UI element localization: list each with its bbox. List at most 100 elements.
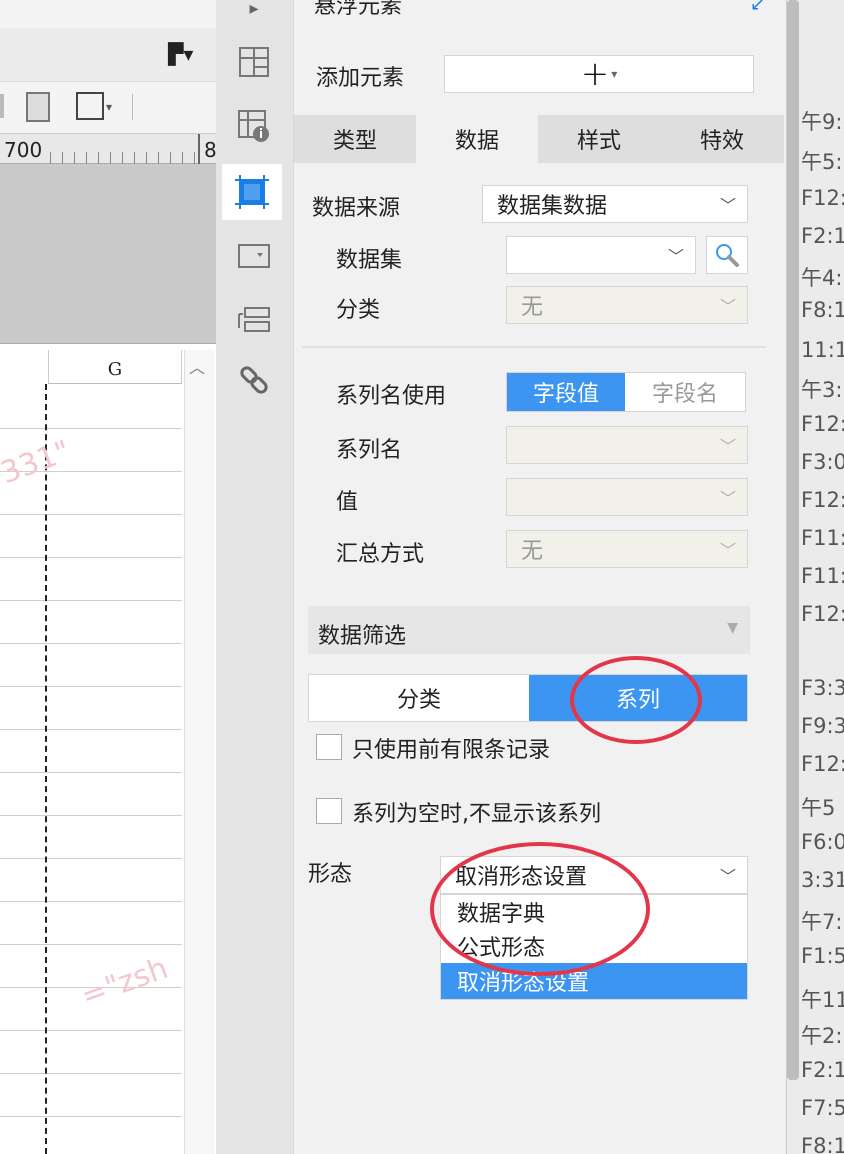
expand-icon[interactable]: ↙ [750, 0, 765, 15]
background-time-text: 午5: [801, 150, 843, 174]
series-name-label: 系列名 [336, 438, 403, 463]
data-filter-title: 数据筛选 [318, 624, 407, 649]
widget-list-icon[interactable] [230, 296, 278, 344]
category-select[interactable]: 无 ﹀ [506, 286, 748, 324]
chevron-down-icon: ﹀ [719, 489, 736, 508]
element-type-toolbar: ▸ [216, 0, 294, 1154]
background-time-text: F12: [801, 186, 844, 210]
dropdown-option-cancel[interactable]: 取消形态设置 [441, 963, 747, 999]
grid-row-line [0, 901, 182, 902]
grid-row-line [0, 858, 182, 859]
grid-row-line [0, 514, 182, 515]
filter-tab-category[interactable]: 分类 [309, 675, 529, 721]
grid-row-line [0, 1116, 182, 1117]
data-source-value: 数据集数据 [497, 194, 608, 219]
value-select[interactable]: ﹀ [506, 478, 748, 516]
property-panel: 悬浮元素 ↙ 添加元素 + ▾ 类型 数据 样式 特效 数据来源 数据集数据 ﹀… [294, 0, 786, 1154]
dataset-label: 数据集 [336, 248, 403, 273]
grid-row-line [0, 729, 182, 730]
category-label: 分类 [336, 298, 381, 323]
background-time-text: F6:0 [801, 830, 844, 854]
search-icon [716, 244, 739, 267]
tab-style[interactable]: 样式 [538, 115, 660, 163]
background-time-text: F3:3 [801, 676, 844, 700]
scroll-up-icon[interactable]: ︿ [189, 354, 205, 378]
column-header-g[interactable]: G [48, 350, 182, 384]
ruler-label-cut: 8 [204, 138, 216, 162]
series-name-select[interactable]: ﹀ [506, 426, 748, 464]
canvas-gray-area [0, 164, 216, 344]
document-icon[interactable] [26, 92, 50, 122]
collapse-icon: ▼ [727, 620, 738, 636]
background-time-text: F11: [801, 526, 844, 550]
chevron-down-icon: ﹀ [719, 297, 736, 316]
annotation-circle [570, 656, 702, 744]
horizontal-ruler: 700 8 [0, 134, 216, 164]
dataset-select[interactable]: ﹀ [506, 236, 696, 274]
background-time-text: F11: [801, 564, 844, 588]
value-label: 值 [336, 490, 359, 515]
toggle-field-name[interactable]: 字段名 [625, 373, 745, 411]
summary-value: 无 [521, 539, 544, 564]
background-time-text: F8:1 [801, 1134, 844, 1154]
background-time-text: F9:3 [801, 714, 844, 738]
add-element-button[interactable]: + ▾ [444, 55, 754, 93]
chevron-down-icon: ﹀ [719, 867, 736, 886]
hide-empty-series-checkbox[interactable] [316, 798, 342, 824]
background-time-text: F7:5 [801, 1096, 844, 1120]
toggle-field-value[interactable]: 字段值 [507, 373, 625, 411]
hide-empty-series-label: 系列为空时,不显示该系列 [352, 802, 601, 827]
background-time-text: F2:1 [801, 1058, 844, 1082]
limit-records-checkbox[interactable] [316, 734, 342, 760]
data-filter-section-header[interactable]: 数据筛选 ▼ [308, 606, 750, 654]
hyperlink-icon[interactable] [230, 356, 278, 404]
data-source-select[interactable]: 数据集数据 ﹀ [482, 185, 748, 223]
sheet-vertical-scrollbar[interactable]: ︿ [184, 350, 214, 1154]
tab-effects[interactable]: 特效 [660, 115, 784, 163]
window-scrollbar[interactable] [787, 0, 799, 1080]
filter-dropdown-icon[interactable]: ▛▾ [168, 42, 193, 66]
panel-title: 悬浮元素 [314, 0, 403, 19]
series-name-use-toggle: 字段值 字段名 [506, 372, 746, 412]
ruler-ticks [50, 152, 200, 164]
series-name-use-label: 系列名使用 [336, 384, 447, 409]
summary-label: 汇总方式 [336, 542, 425, 567]
summary-select[interactable]: 无 ﹀ [506, 530, 748, 568]
border-dropdown-icon[interactable]: ▾ [106, 100, 112, 114]
grid-row-line [0, 772, 182, 773]
pointer-icon[interactable]: ▸ [230, 0, 278, 32]
chevron-down-icon: ﹀ [719, 196, 736, 215]
ruler-major-tick [198, 134, 200, 164]
chevron-down-icon: ▾ [611, 67, 618, 81]
chevron-down-icon: ﹀ [719, 541, 736, 560]
tab-data[interactable]: 数据 [416, 115, 538, 163]
background-time-text: F8:1 [801, 298, 844, 322]
grid-row-line [0, 686, 182, 687]
background-time-text: F2:1 [801, 224, 844, 248]
background-time-text: 11:13 [801, 338, 844, 362]
chevron-down-icon: ﹀ [719, 437, 736, 456]
canvas-top-strip [0, 0, 216, 28]
background-time-text: F12:4 [801, 602, 844, 626]
table-layout-icon[interactable] [230, 38, 278, 86]
dropdown-widget-icon[interactable] [230, 232, 278, 280]
background-time-text: 午3: [801, 378, 843, 402]
chevron-down-icon: ﹀ [667, 247, 684, 266]
toolbar-separator [132, 94, 133, 120]
grid-row-line [0, 557, 182, 558]
add-element-label: 添加元素 [316, 66, 405, 91]
canvas-toolbar-2: ▾ [0, 82, 216, 134]
float-element-icon[interactable] [222, 164, 282, 220]
table-info-icon[interactable] [230, 102, 278, 150]
dataset-search-button[interactable] [706, 236, 748, 274]
grid-row-line [0, 428, 182, 429]
grid-row-line [0, 643, 182, 644]
border-icon[interactable] [76, 92, 104, 120]
background-time-text: 午11 [801, 988, 844, 1012]
grid-row-line [0, 600, 182, 601]
canvas-toolbar-1: ▛▾ [0, 28, 216, 82]
category-value: 无 [521, 295, 544, 320]
page-break-line [45, 384, 47, 1154]
background-time-text: F3:0 [801, 450, 844, 474]
tab-type[interactable]: 类型 [294, 115, 416, 163]
